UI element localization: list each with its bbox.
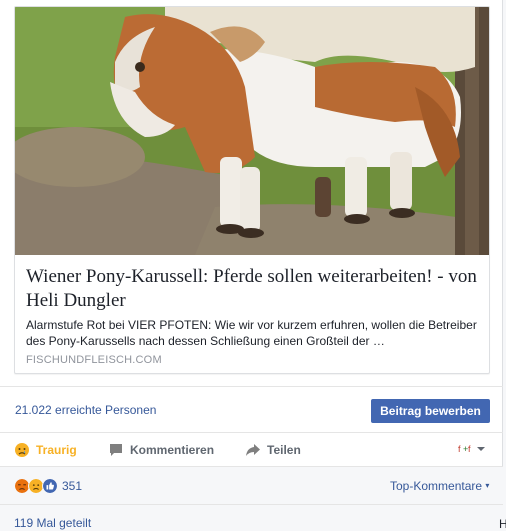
reaction-count: 351 — [62, 479, 83, 493]
divider — [0, 386, 503, 387]
reactions-section: 351 Top-Kommentare ▾ 119 Mal geteilt — [0, 466, 503, 531]
share-button[interactable]: Teilen — [245, 442, 301, 458]
comment-label: Kommentieren — [130, 443, 215, 457]
boost-post-button[interactable]: Beitrag bewerben — [371, 399, 490, 423]
facebook-post: Wiener Pony-Karussell: Pferde sollen wei… — [0, 0, 503, 531]
link-title[interactable]: Wiener Pony-Karussell: Pferde sollen wei… — [26, 265, 481, 313]
reach-count-link[interactable]: 21.022 erreichte Personen — [15, 403, 156, 417]
reaction-summary[interactable]: 351 — [14, 478, 82, 494]
action-bar: Traurig Kommentieren Teilen f + f — [0, 433, 503, 466]
divider — [0, 504, 503, 505]
share-label: Teilen — [267, 443, 301, 457]
top-comments-label: Top-Kommentare — [390, 479, 483, 493]
link-description: Alarmstufe Rot bei VIER PFOTEN: Wie wir … — [26, 318, 477, 348]
sad-icon — [15, 443, 29, 457]
comment-button[interactable]: Kommentieren — [108, 442, 214, 458]
corner-text: H — [499, 517, 506, 531]
chevron-down-icon — [477, 447, 485, 451]
sad-reaction-button[interactable]: Traurig — [14, 442, 77, 458]
share-icon — [246, 444, 260, 456]
sad-label: Traurig — [36, 443, 77, 457]
page-avatar-icon: f + f — [457, 442, 473, 456]
post-as-selector[interactable]: f + f — [457, 442, 486, 456]
share-count-link[interactable]: 119 Mal geteilt — [14, 516, 91, 530]
top-comments-dropdown[interactable]: Top-Kommentare ▾ — [390, 479, 489, 493]
caret-down-icon: ▾ — [485, 481, 490, 490]
like-icon — [42, 478, 58, 494]
comment-icon — [110, 444, 122, 456]
link-preview-card[interactable]: Wiener Pony-Karussell: Pferde sollen wei… — [14, 6, 490, 374]
pony-photo[interactable] — [15, 7, 489, 255]
link-domain: FISCHUNDFLEISCH.COM — [26, 354, 162, 366]
